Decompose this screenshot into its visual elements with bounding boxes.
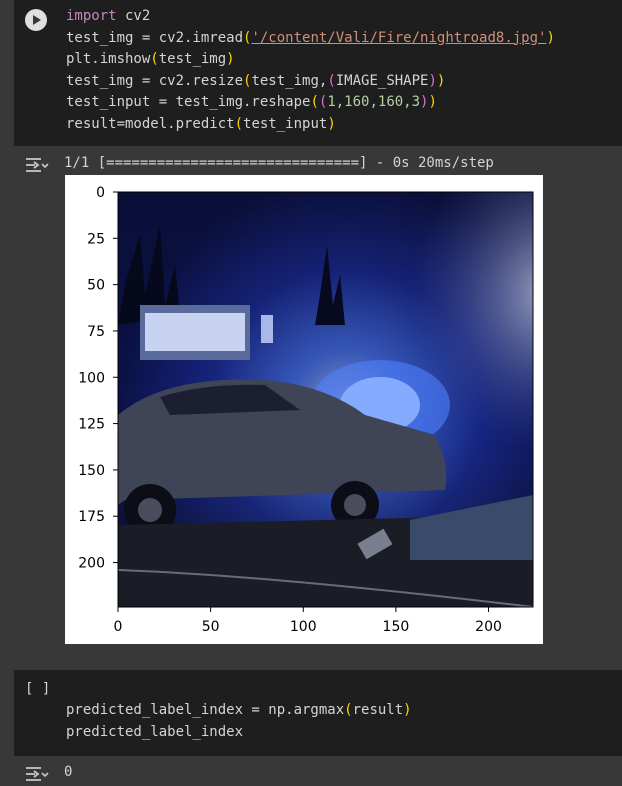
x-tick-label: 200 (475, 619, 502, 635)
cell1-line: test_img = cv2.resize(test_img,(IMAGE_SH… (66, 72, 446, 89)
y-tick-label: 175 (78, 509, 105, 525)
y-tick-label: 150 (78, 463, 105, 479)
x-axis: 0 50 100 150 200 (114, 607, 502, 635)
y-tick-label: 75 (87, 324, 105, 340)
code-editor-1[interactable]: import cv2 test_img = cv2.imread('/conten… (66, 6, 555, 136)
y-tick-label: 0 (96, 185, 105, 201)
plotted-image (118, 192, 533, 607)
cell-output-progress: 1/1 [==============================] - 0… (64, 155, 494, 171)
cell-2-output: 0 (64, 764, 73, 780)
output-collapse-icon[interactable] (25, 157, 49, 173)
cell1-line: test_input = test_img.reshape((1,160,160… (66, 94, 437, 111)
y-tick-label: 50 (87, 278, 105, 294)
cell2-line: predicted_label_index (66, 723, 244, 740)
cell1-line: result=model.predict(test_input) (66, 115, 336, 132)
y-tick-label: 125 (78, 417, 105, 433)
matplotlib-figure: 0 25 50 75 100 125 150 175 200 0 50 100 150 200 (65, 175, 543, 644)
run-cell-2-button[interactable]: [ ] (25, 681, 50, 697)
x-tick-label: 100 (290, 619, 317, 635)
cell1-line: import cv2 (66, 8, 151, 24)
play-icon (33, 15, 41, 25)
y-tick-label: 25 (87, 231, 105, 247)
cell1-line: test_img = cv2.imread('/content/Vali/Fir… (66, 29, 555, 46)
figure-svg: 0 25 50 75 100 125 150 175 200 0 50 100 150 200 (78, 185, 534, 635)
x-tick-label: 150 (383, 619, 410, 635)
y-tick-label: 100 (78, 370, 105, 386)
x-tick-label: 0 (114, 619, 123, 635)
cell1-line: plt.imshow(test_img) (66, 51, 235, 68)
cell2-line: predicted_label_index = np.argmax(result… (66, 702, 412, 718)
code-editor-2[interactable]: predicted_label_index = np.argmax(result… (66, 700, 412, 743)
y-tick-label: 200 (78, 556, 105, 572)
run-cell-button[interactable] (25, 9, 47, 31)
y-axis: 0 25 50 75 100 125 150 175 200 (78, 185, 118, 572)
x-tick-label: 50 (202, 619, 220, 635)
output-collapse-icon-2[interactable] (25, 766, 49, 782)
